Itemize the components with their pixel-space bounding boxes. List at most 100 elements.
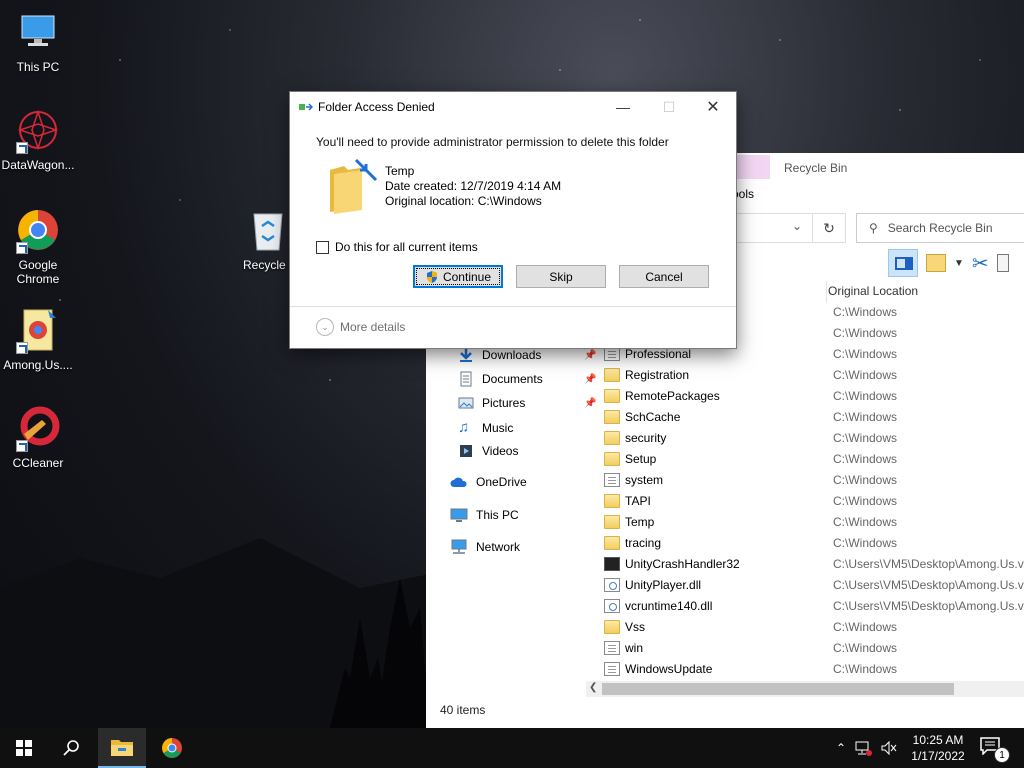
manage-tab[interactable] xyxy=(736,155,770,179)
nav-item-videos[interactable]: Videos xyxy=(458,443,518,459)
file-row[interactable]: win C:\Windows xyxy=(604,637,1024,658)
apply-to-all-checkbox[interactable]: Do this for all current items xyxy=(316,240,478,254)
continue-label: Continue xyxy=(442,269,492,284)
checkbox-box[interactable] xyxy=(316,240,329,254)
desktop-icon-this-pc[interactable]: This PC xyxy=(0,8,76,74)
file-name: Temp xyxy=(625,514,655,529)
desktop-icon-google-chrome[interactable]: Google Chrome xyxy=(0,206,76,286)
refresh-button[interactable]: ↻ xyxy=(812,213,846,243)
pin-icon[interactable]: 📌 xyxy=(584,398,596,409)
file-row[interactable]: security C:\Windows xyxy=(604,427,1024,448)
nav-item-pictures[interactable]: Pictures 📌 xyxy=(458,395,596,411)
file-row[interactable]: TAPI C:\Windows xyxy=(604,490,1024,511)
show-hidden-icons-chevron-up-icon[interactable]: ⌃ xyxy=(836,741,846,755)
minimize-button[interactable]: — xyxy=(600,92,646,122)
folder-icon xyxy=(330,158,378,214)
network-icon[interactable] xyxy=(854,740,873,756)
close-icon: ✕ xyxy=(706,99,720,116)
file-row[interactable]: RemotePackages C:\Windows xyxy=(604,385,1024,406)
column-header-original-location[interactable]: Original Location xyxy=(828,284,918,298)
folder-icon xyxy=(604,388,620,403)
preview-pane-icon[interactable] xyxy=(888,249,918,277)
file-original-location: C:\Users\VM5\Desktop\Among.Us.v xyxy=(833,598,1024,613)
desktop-icon-datawagon[interactable]: DataWagon... xyxy=(0,106,76,172)
file-row[interactable]: Temp C:\Windows xyxy=(604,511,1024,532)
file-name: vcruntime140.dll xyxy=(625,598,713,613)
desktop-icon-among-us[interactable]: Among.Us.... xyxy=(0,306,76,372)
file-icon xyxy=(604,661,620,676)
desktop-icon-label: DataWagon... xyxy=(1,158,75,172)
search-input[interactable]: ⚲ Search Recycle Bin xyxy=(856,213,1024,243)
minimize-icon: — xyxy=(616,99,630,115)
folder-icon xyxy=(604,367,620,382)
item-info: Temp Date created: 12/7/2019 4:14 AM Ori… xyxy=(385,164,561,209)
pin-icon[interactable]: 📌 xyxy=(584,374,596,385)
file-row[interactable]: Vss C:\Windows xyxy=(604,616,1024,637)
folder-icon xyxy=(604,493,620,508)
file-row[interactable]: Registration C:\Windows xyxy=(604,364,1024,385)
properties-icon[interactable] xyxy=(926,254,946,272)
uac-shield-icon xyxy=(426,270,437,283)
pictures-icon xyxy=(458,397,474,409)
taskbar-chrome[interactable] xyxy=(148,728,196,768)
folder-access-denied-dialog: Folder Access Denied — ☐ ✕ You'll need t… xyxy=(289,91,737,349)
more-details-label: More details xyxy=(340,320,406,334)
close-button[interactable]: ✕ xyxy=(690,92,736,122)
nav-item-onedrive[interactable]: OneDrive xyxy=(450,475,527,489)
column-divider[interactable] xyxy=(826,281,827,303)
continue-button[interactable]: Continue xyxy=(413,265,503,288)
file-row[interactable]: SchCache C:\Windows xyxy=(604,406,1024,427)
chrome-icon xyxy=(14,206,62,254)
volume-muted-icon[interactable] xyxy=(880,740,898,756)
cancel-button[interactable]: Cancel xyxy=(619,265,709,288)
pin-icon[interactable]: 📌 xyxy=(584,350,596,361)
file-name: tracing xyxy=(625,535,662,550)
desktop-icon-recycle-bin[interactable]: Recycle I xyxy=(236,206,296,272)
status-item-count: 40 items xyxy=(440,703,486,717)
nav-item-downloads[interactable]: Downloads 📌 xyxy=(458,347,596,363)
file-name: Registration xyxy=(625,367,690,382)
file-name: RemotePackages xyxy=(625,388,720,403)
scroll-left-arrow-icon[interactable]: ❮ xyxy=(589,682,597,693)
file-original-location: C:\Windows xyxy=(833,640,898,655)
chevron-down-icon[interactable]: ⌄ xyxy=(792,219,802,233)
taskbar-clock[interactable]: 10:25 AM 1/17/2022 xyxy=(906,732,970,764)
action-center-button[interactable]: 1 xyxy=(980,737,1010,763)
nav-item-this-pc[interactable]: This PC xyxy=(450,507,519,523)
videos-icon xyxy=(460,445,472,457)
notification-count-badge: 1 xyxy=(994,747,1010,763)
desktop-icon-label: Google Chrome xyxy=(16,258,60,286)
chevron-down-icon[interactable]: ▼ xyxy=(954,258,964,269)
file-icon xyxy=(604,640,620,655)
desktop-icon-ccleaner[interactable]: CCleaner xyxy=(0,404,76,470)
copy-icon[interactable] xyxy=(996,254,1009,272)
folder-icon xyxy=(604,619,620,634)
nav-item-music[interactable]: ♫ Music xyxy=(458,419,513,436)
nav-item-documents[interactable]: Documents 📌 xyxy=(458,371,596,387)
refresh-icon: ↻ xyxy=(823,219,835,236)
file-row[interactable]: Setup C:\Windows xyxy=(604,448,1024,469)
skip-button[interactable]: Skip xyxy=(516,265,606,288)
file-row[interactable]: WindowsUpdate C:\Windows xyxy=(604,658,1024,679)
nav-item-label: Network xyxy=(476,540,521,554)
item-name: Temp xyxy=(385,164,415,178)
taskbar-file-explorer[interactable] xyxy=(98,728,146,768)
shortcut-arrow-icon xyxy=(16,440,28,452)
search-button[interactable] xyxy=(48,728,96,768)
scrollbar-thumb[interactable] xyxy=(602,683,954,695)
horizontal-scrollbar[interactable]: ❮ xyxy=(586,681,1024,697)
file-operation-icon xyxy=(299,103,313,111)
start-button[interactable] xyxy=(0,728,48,768)
file-row[interactable]: vcruntime140.dll C:\Users\VM5\Desktop\Amo… xyxy=(604,595,1024,616)
maximize-button: ☐ xyxy=(646,92,692,122)
file-row[interactable]: tracing C:\Windows xyxy=(604,532,1024,553)
nav-item-network[interactable]: Network xyxy=(450,539,520,555)
nav-item-label: This PC xyxy=(476,508,519,522)
chevron-down-icon: ⌄ xyxy=(316,318,334,336)
cut-icon[interactable]: ✂ xyxy=(972,251,989,276)
file-row[interactable]: system C:\Windows xyxy=(604,469,1024,490)
file-row[interactable]: UnityCrashHandler32 C:\Users\VM5\Desktop\… xyxy=(604,553,1024,574)
file-row[interactable]: UnityPlayer.dll C:\Users\VM5\Desktop\Amon… xyxy=(604,574,1024,595)
more-details-toggle[interactable]: ⌄ More details xyxy=(316,318,405,336)
file-name: security xyxy=(625,430,667,445)
